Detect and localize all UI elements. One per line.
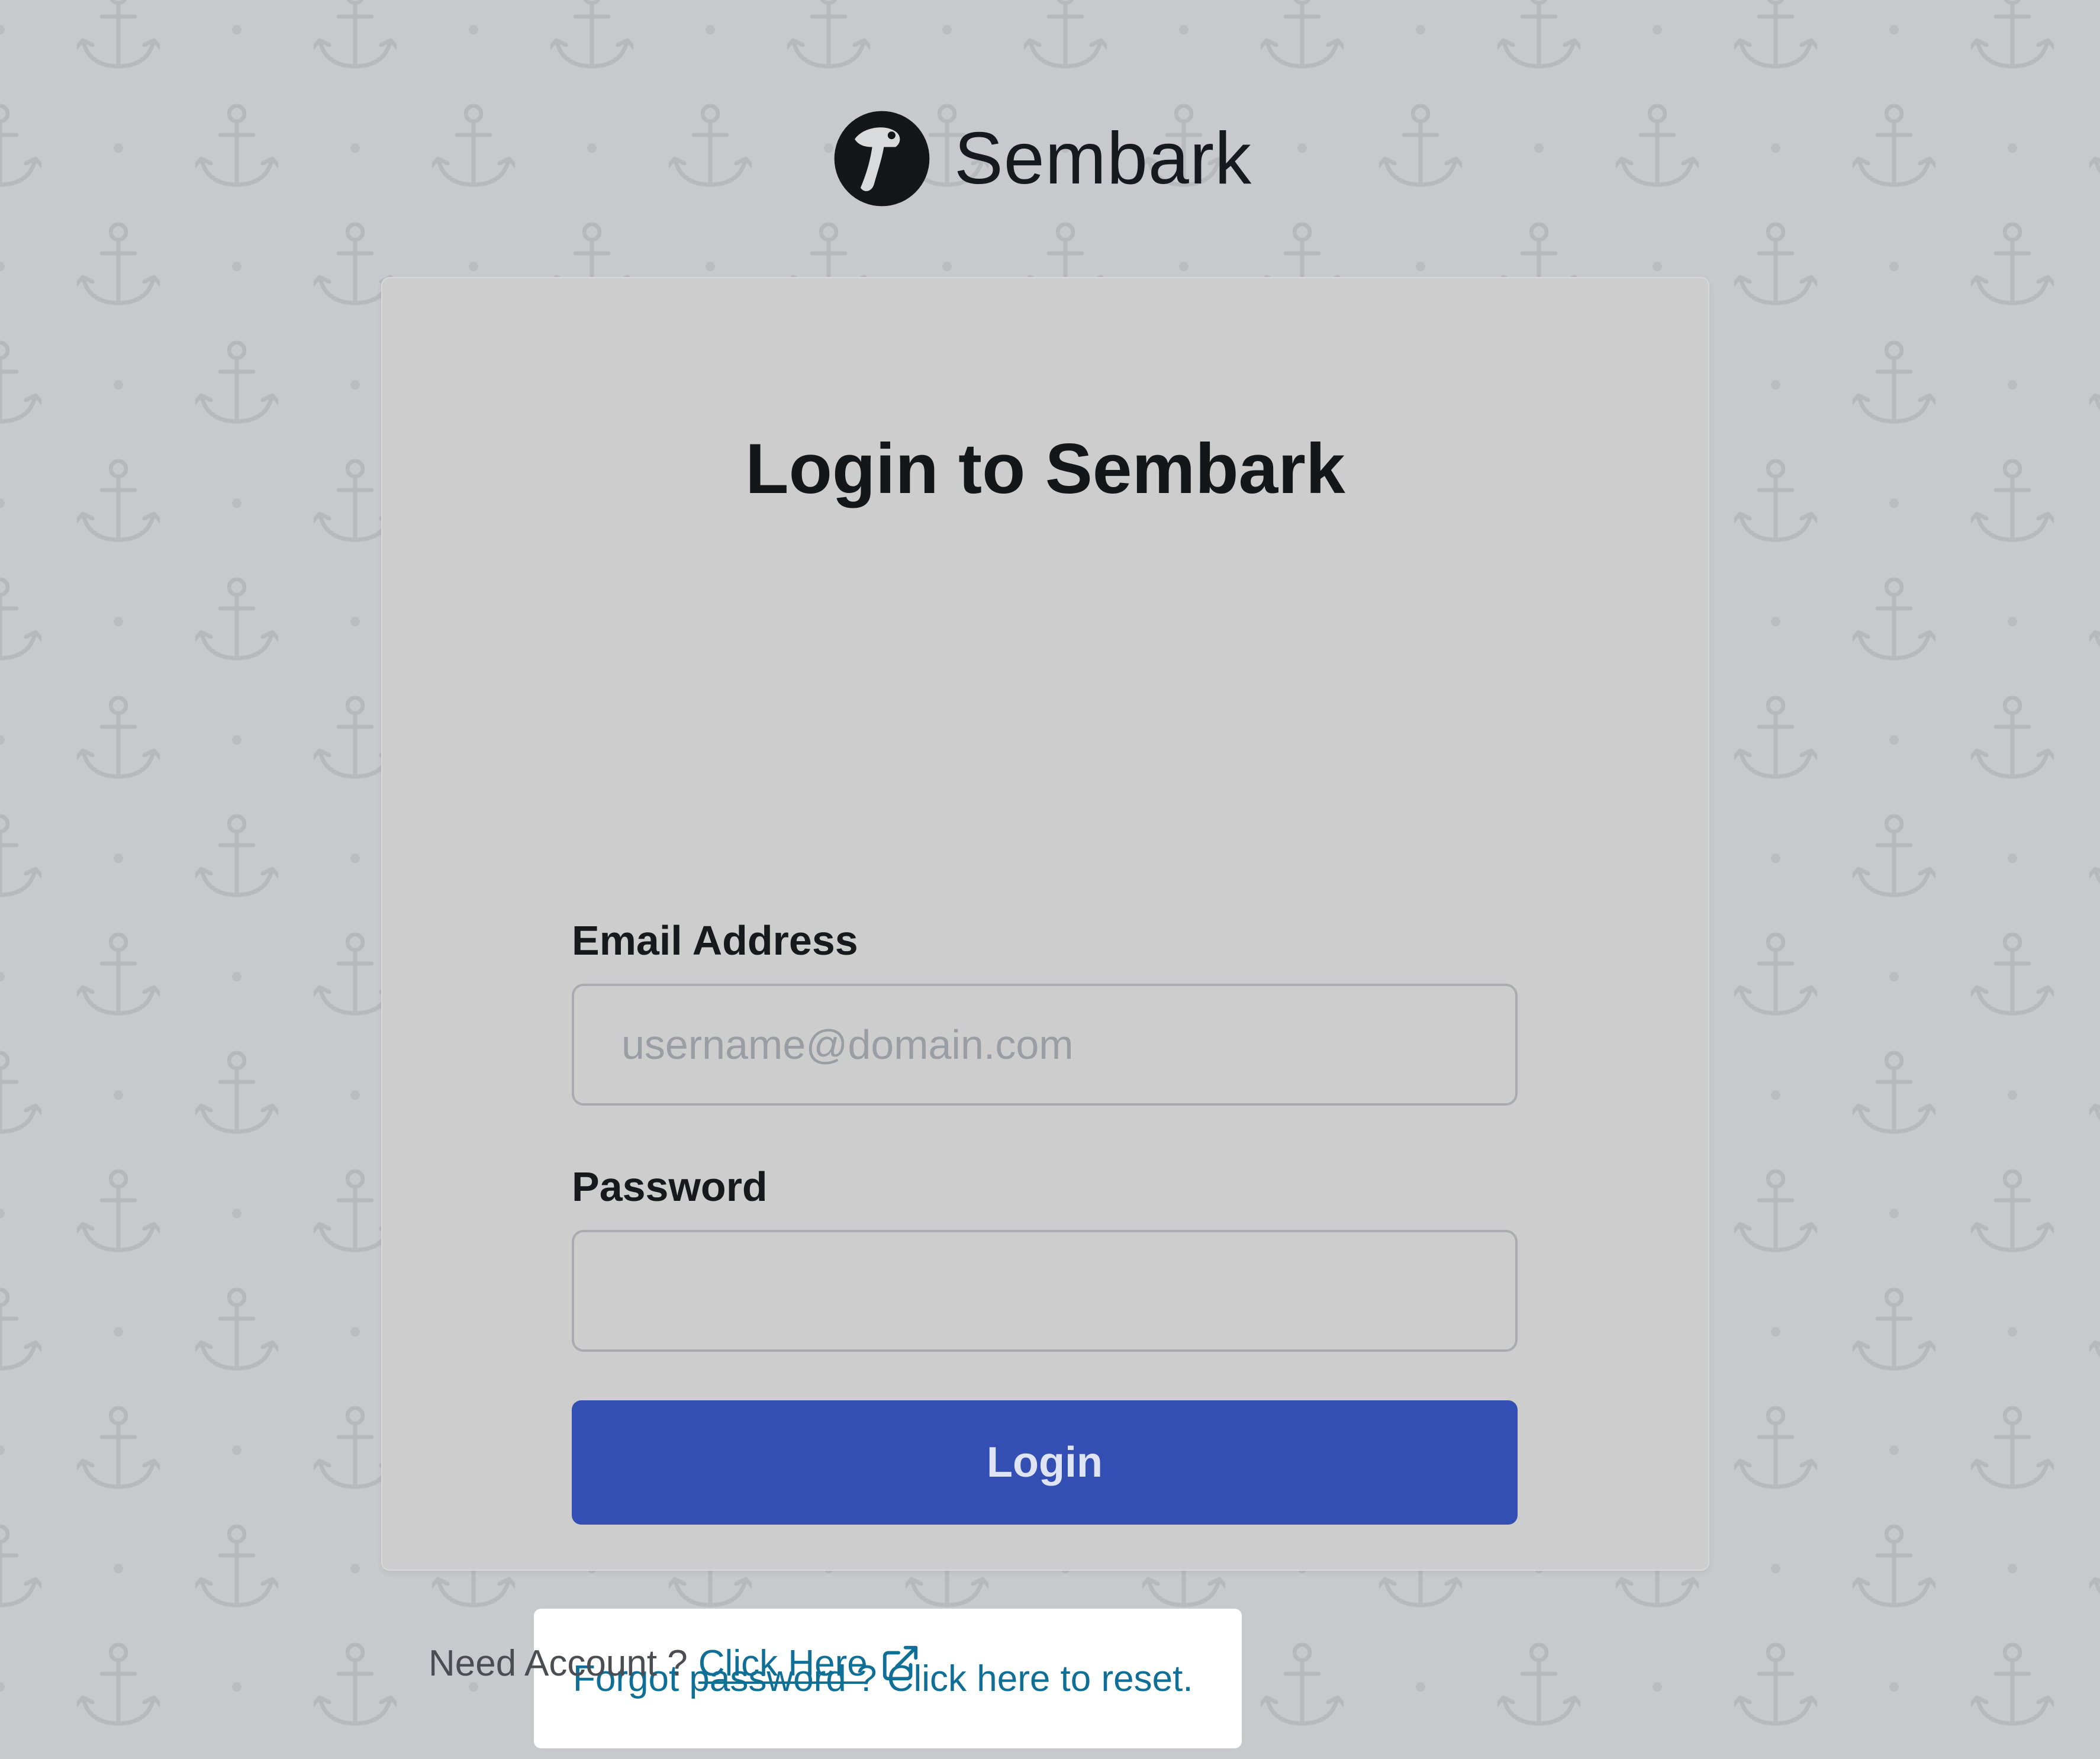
email-label: Email Address	[572, 917, 858, 964]
login-card: Login to Sembark Email Address Password …	[381, 277, 1709, 1748]
footer: Need Account ? Click Here	[429, 1636, 921, 1690]
password-field[interactable]	[572, 1230, 1518, 1352]
external-link-icon[interactable]	[880, 1642, 921, 1684]
password-label: Password	[572, 1164, 768, 1210]
sembark-logo-icon	[834, 111, 930, 207]
page-title: Login to Sembark	[745, 429, 1345, 508]
brand-logo: Sembark	[833, 110, 1252, 207]
email-field[interactable]	[572, 984, 1518, 1106]
brand-name: Sembark	[954, 118, 1252, 199]
login-button[interactable]: Login	[572, 1400, 1518, 1525]
need-account-text: Need Account ?	[429, 1642, 688, 1684]
signup-link[interactable]: Click Here	[698, 1642, 868, 1684]
